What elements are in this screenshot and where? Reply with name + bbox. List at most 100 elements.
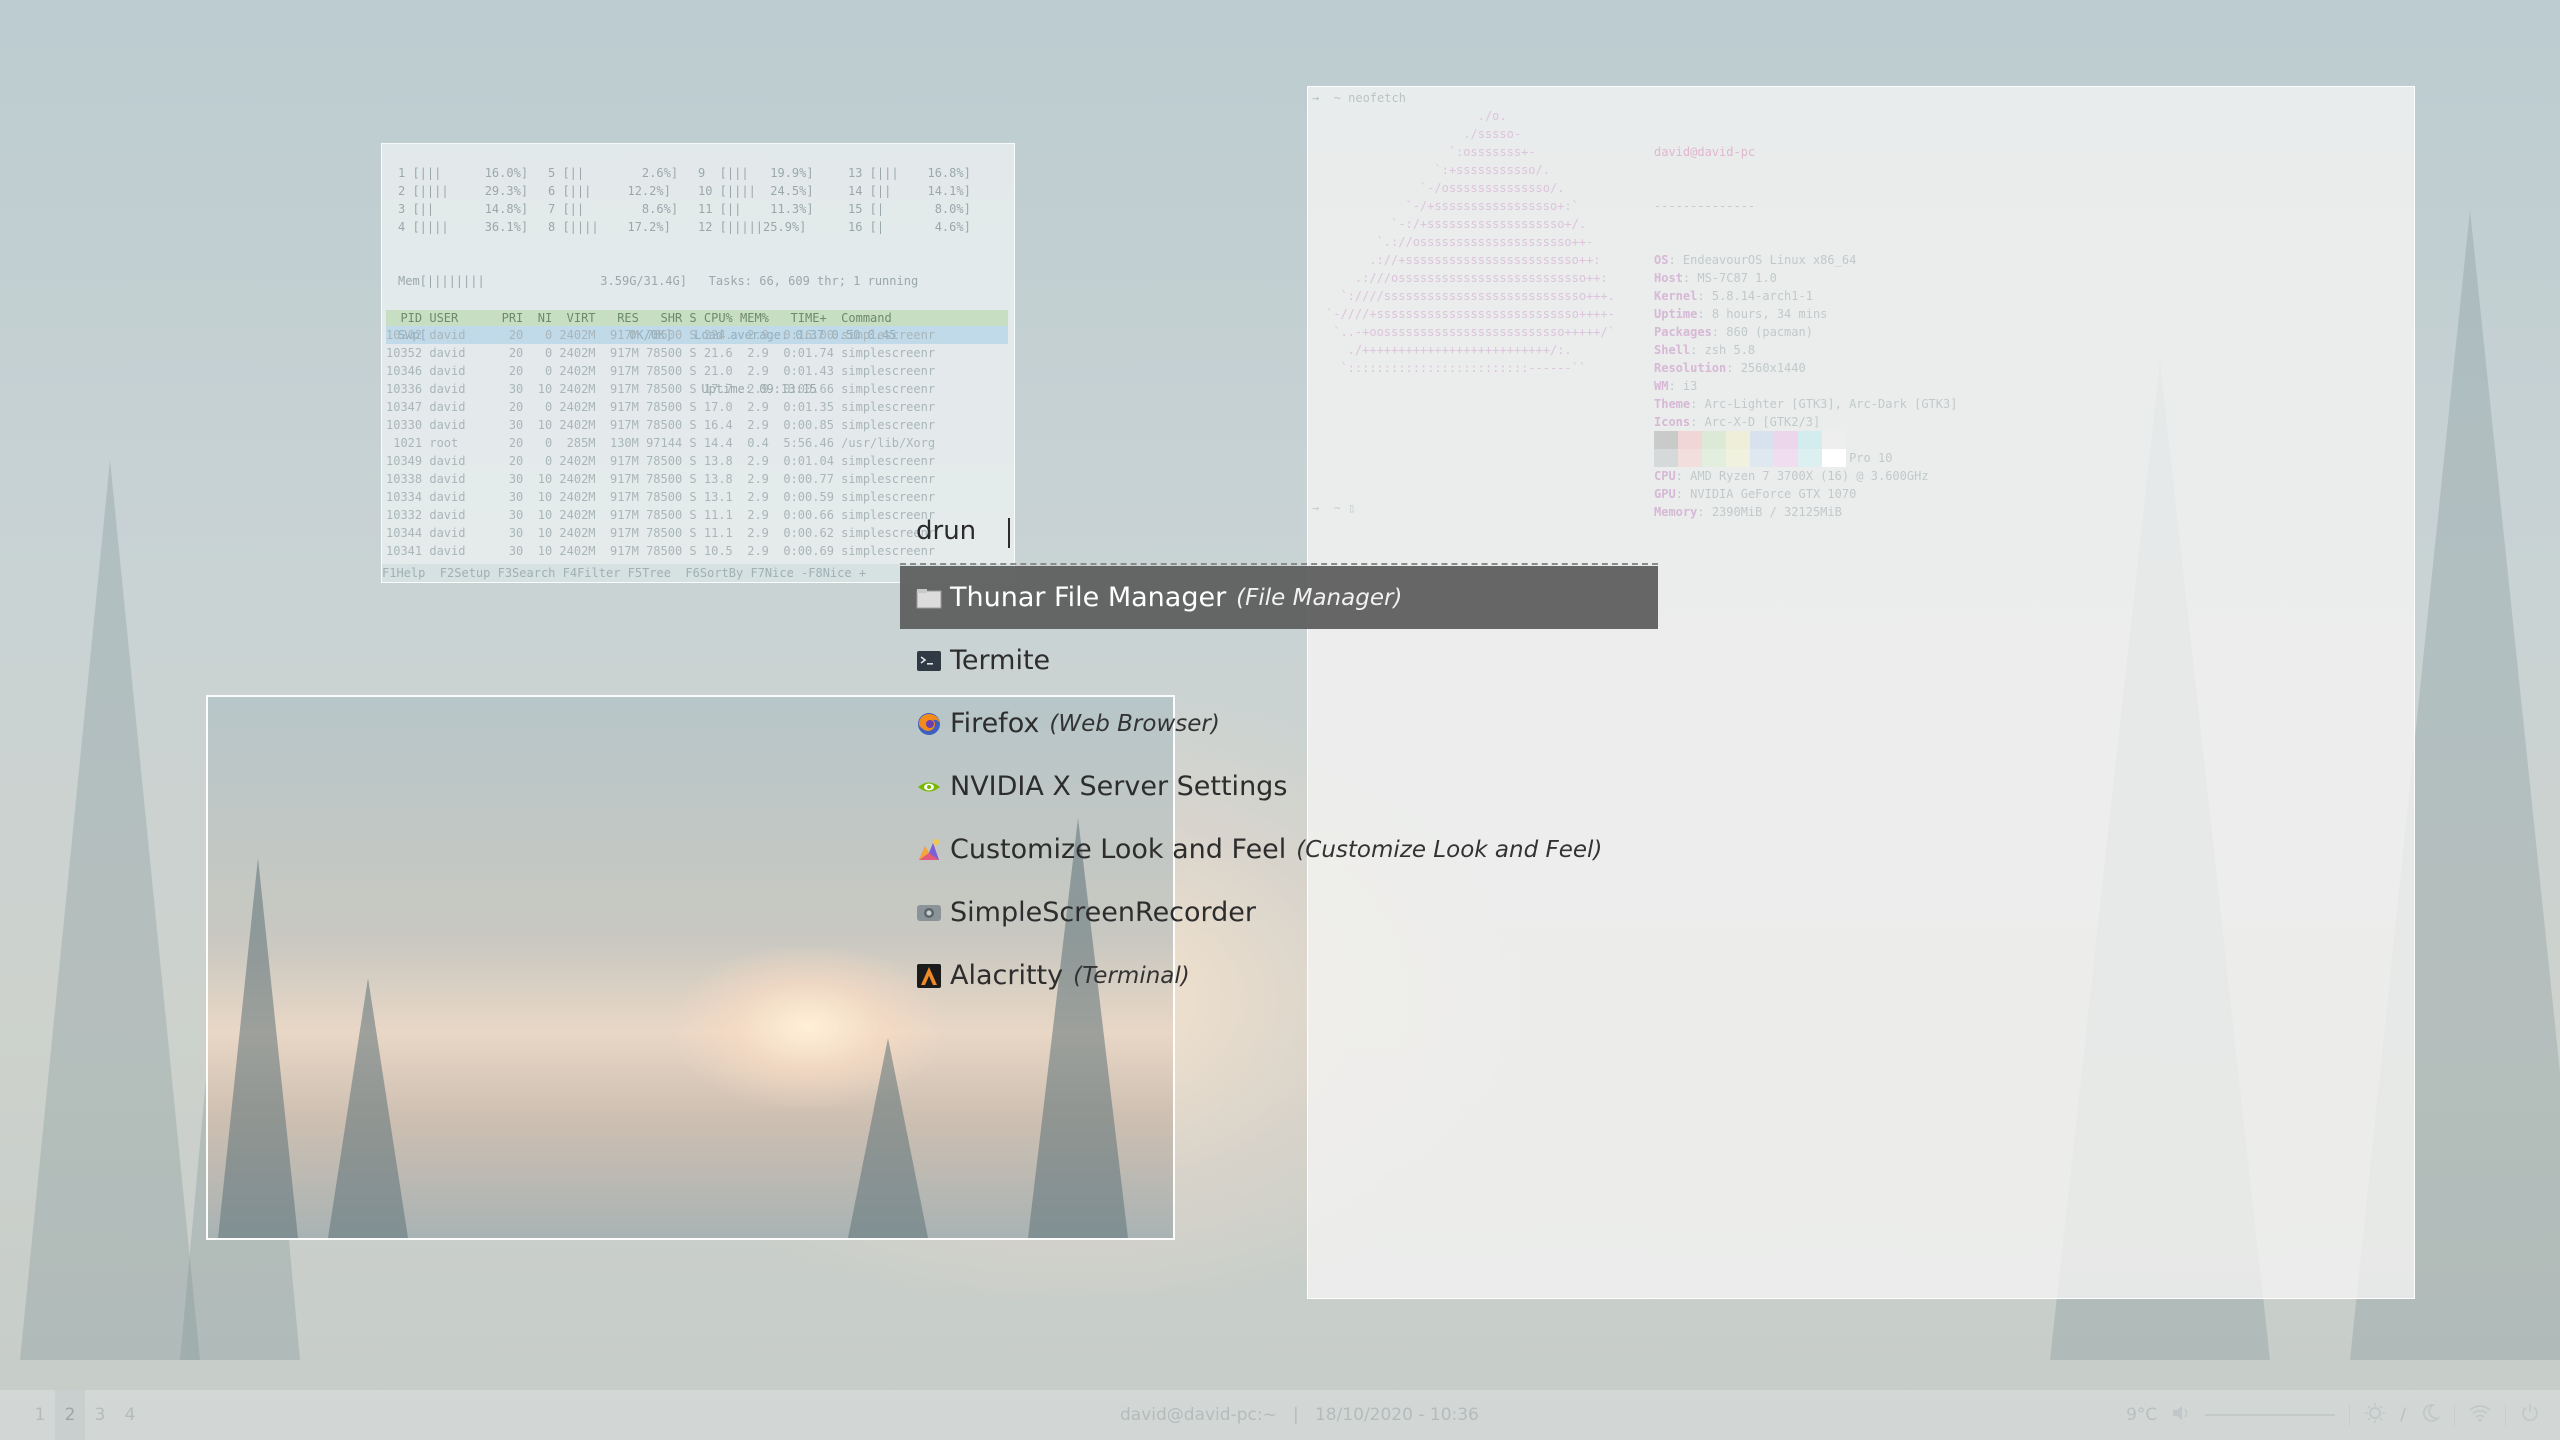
color-swatch [1750,431,1774,449]
ascii-logo-line: `-/+sssssssssssssssso+:` [1326,199,1579,213]
info-line: WM: i3 [1654,377,1957,395]
info-value: zsh 5.8 [1704,343,1756,357]
process-row[interactable]: 10352 david 20 0 2402M 917M 78500 S 21.6… [386,344,1008,362]
process-row[interactable]: 10347 david 20 0 2402M 917M 78500 S 17.0… [386,398,1008,416]
info-line: Kernel: 5.8.14-arch1-1 [1654,287,1957,305]
process-row[interactable]: 10334 david 30 10 2402M 917M 78500 S 13.… [386,488,1008,506]
text-cursor [1008,518,1010,548]
wallpaper-tree [20,460,200,1360]
info-key: WM [1654,379,1669,393]
system-info-fields: OS: EndeavourOS Linux x86_64 Host: MS-7C8… [1654,251,1957,521]
rofi-entry[interactable]: Firefox (Web Browser) [900,692,1658,755]
workspace-button-4[interactable]: 4 [115,1390,145,1440]
info-line: Shell: zsh 5.8 [1654,341,1957,359]
rofi-app-list[interactable]: Thunar File Manager (File Manager) Termite… [900,566,1658,1007]
rofi-mode-prompt: drun [916,516,977,546]
terminal-command-line: → ~ neofetch [1312,91,1406,105]
ascii-logo-line: `.://osssssssssssssssssssso++- [1326,235,1594,249]
rofi-entry-name: Thunar File Manager [950,582,1227,613]
cpu-meter: 16 [| 4.6%] [848,220,971,234]
system-info: david@david-pc -------------- OS: Endeav… [1654,107,1957,557]
info-key: Packages [1654,325,1712,339]
info-value: Arc-Lighter [GTK3], Arc-Dark [GTK3] [1704,397,1958,411]
rofi-entry-generic-name: (Web Browser) [1049,710,1220,737]
volume-slider[interactable] [2205,1414,2336,1416]
info-colon: : [1675,487,1691,501]
rofi-entry[interactable]: SimpleScreenRecorder [900,881,1658,944]
divider [2349,1404,2351,1426]
info-colon: : [1668,379,1683,393]
power-icon[interactable] [2520,1403,2540,1428]
rofi-entry[interactable]: Termite [900,629,1658,692]
color-swatches [1654,431,1846,467]
ascii-logo-line: `:+sssssssssso/. [1326,163,1550,177]
info-value: Arc-X-D [GTK2/3] [1704,415,1821,429]
rofi-entry[interactable]: Alacritty (Terminal) [900,944,1658,1007]
rofi-entry[interactable]: Customize Look and Feel (Customize Look a… [900,818,1658,881]
cpu-meter: 8 [|||| 17.2%] [548,220,671,234]
info-key: Memory [1654,505,1698,519]
rofi-search-bar[interactable]: drun [900,508,1658,562]
process-table-header[interactable]: PID USER PRI NI VIRT RES SHR S CPU% MEM%… [386,310,1008,326]
cpu-meter-row: 3 [|| 14.8%] 7 [|| 8.6%] 11 [|| 11.3%] 15 [… [398,200,998,218]
ascii-logo-line: `-:/+sssssssssssssssssso+/. [1326,217,1587,231]
ascii-logo-line: `-/ossssssssssssso/. [1326,181,1565,195]
info-key: GPU [1654,487,1676,501]
info-line: Memory: 2390MiB / 32125MiB [1654,503,1957,521]
user-host: david@david-pc [1654,145,1756,159]
workspace-button-2[interactable]: 2 [55,1390,85,1440]
process-row[interactable]: 10336 david 30 10 2402M 917M 78500 S 17.… [386,380,1008,398]
info-key: Theme [1654,397,1691,411]
rofi-entry-generic-name: (File Manager) [1236,584,1403,611]
info-line: Host: MS-7C87 1.0 [1654,269,1957,287]
info-key: Resolution [1654,361,1727,375]
process-row[interactable]: 10349 david 20 0 2402M 917M 78500 S 13.8… [386,452,1008,470]
volume-icon[interactable] [2171,1404,2191,1427]
info-line: Packages: 860 (pacman) [1654,323,1957,341]
workspace-button-1[interactable]: 1 [25,1390,55,1440]
terminal-icon [916,648,942,674]
info-value: NVIDIA GeForce GTX 1070 [1690,487,1857,501]
folder-icon [916,585,942,611]
preview-tree [218,858,298,1238]
workspace-button-3[interactable]: 3 [85,1390,115,1440]
window-title-and-clock: david@david-pc:~ | 18/10/2020 - 10:36 [1120,1405,1479,1425]
process-row[interactable]: 10330 david 30 10 2402M 917M 78500 S 16.… [386,416,1008,434]
color-swatch [1702,431,1726,449]
process-row[interactable]: 10346 david 20 0 2402M 917M 78500 S 21.0… [386,362,1008,380]
wifi-icon[interactable] [2469,1404,2491,1427]
info-line: Resolution: 2560x1440 [1654,359,1957,377]
info-value: 2560x1440 [1740,361,1806,375]
alacritty-icon [916,963,942,989]
rofi-entry[interactable]: NVIDIA X Server Settings [900,755,1658,818]
info-line: OS: EndeavourOS Linux x86_64 [1654,251,1957,269]
brightness-sun-icon[interactable] [2364,1402,2386,1429]
color-swatch [1822,449,1846,467]
cpu-meter: 5 [|| 2.6%] [548,166,679,180]
process-row[interactable]: 10338 david 30 10 2402M 917M 78500 S 13.… [386,470,1008,488]
color-swatch [1654,449,1678,467]
night-mode-moon-icon[interactable] [2420,1403,2441,1428]
cpu-meter: 2 [|||| 29.3%] [398,184,529,198]
color-swatch [1726,449,1750,467]
divider [2454,1404,2455,1426]
info-colon: : [1675,469,1691,483]
rofi-entry[interactable]: Thunar File Manager (File Manager) [900,566,1658,629]
cpu-meter: 3 [|| 14.8%] [398,202,529,216]
ascii-logo-line: ./o. [1326,109,1507,123]
nvidia-icon [916,774,942,800]
cpu-meters: 1 [||| 16.0%] 5 [|| 2.6%] 9 [||| 19.9%] 13 … [398,164,998,236]
info-colon: : [1697,289,1712,303]
info-line: GPU: NVIDIA GeForce GTX 1070 [1654,485,1957,503]
process-row[interactable]: 1021 root 20 0 285M 130M 97144 S 14.4 0.… [386,434,1008,452]
cpu-meter-row: 1 [||| 16.0%] 5 [|| 2.6%] 9 [||| 19.9%] 13 … [398,164,998,182]
color-swatch [1654,431,1678,449]
info-colon: : [1690,343,1705,357]
ascii-logo-line: `..-+oosssssssssssssssssssssssso+++++/` [1326,325,1615,339]
cpu-meter: 10 [|||| 24.5%] [698,184,814,198]
info-colon: : [1668,253,1683,267]
process-row[interactable]: 10202 david 20 0 2402M 917M 78500 S 224.… [386,326,1008,344]
rofi-entry-name: Firefox [950,708,1040,739]
color-swatch [1822,431,1846,449]
cpu-meter: 14 [|| 14.1%] [848,184,971,198]
